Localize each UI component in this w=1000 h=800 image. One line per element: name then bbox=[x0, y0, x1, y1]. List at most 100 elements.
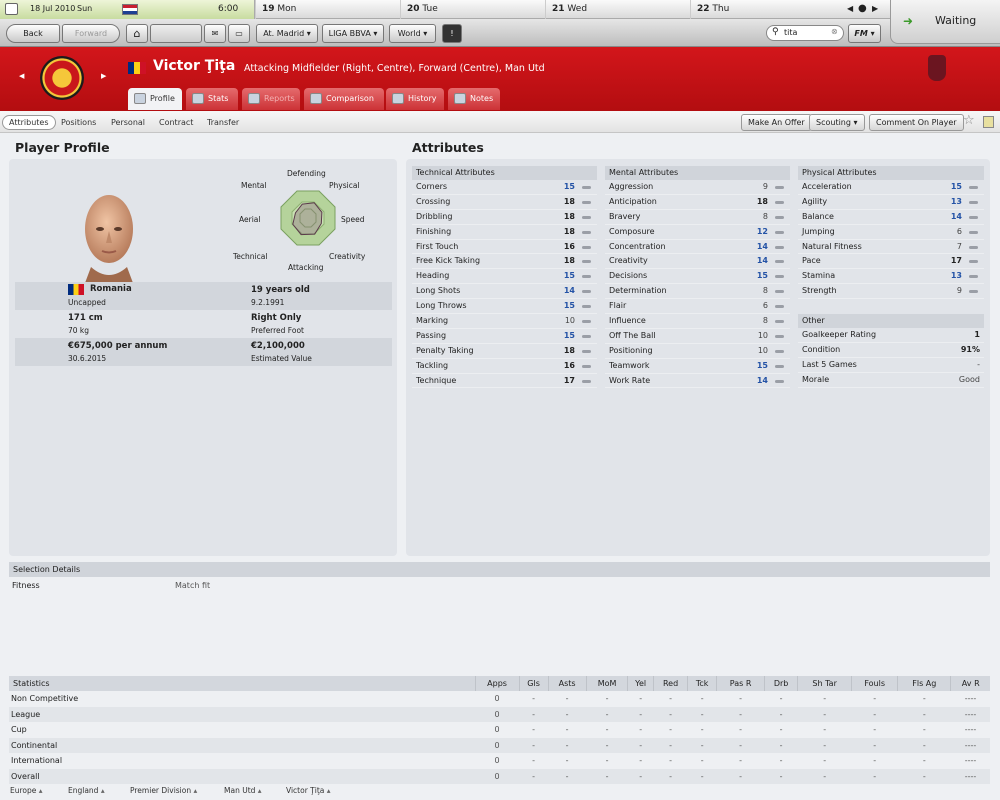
stats-column-header[interactable]: Drb bbox=[764, 676, 798, 691]
stats-column-header[interactable]: Gls bbox=[518, 676, 549, 691]
subtab-attributes[interactable]: Attributes bbox=[2, 115, 56, 130]
nation-name[interactable]: Romania bbox=[90, 284, 132, 294]
stats-column-header[interactable]: MoM bbox=[585, 676, 628, 691]
calendar-day-20[interactable]: 20 Tue bbox=[400, 0, 545, 19]
calendar-day-21[interactable]: 21 Wed bbox=[545, 0, 690, 19]
calendar-current-icon[interactable]: ● bbox=[858, 3, 867, 14]
stats-column-header[interactable]: Fls Ag bbox=[897, 676, 951, 691]
tab-reports[interactable]: Reports bbox=[242, 88, 300, 110]
stats-column-header[interactable]: Pas R bbox=[716, 676, 765, 691]
attribute-row[interactable]: Passing 15 bbox=[412, 329, 597, 344]
attribute-row[interactable]: Long Shots 14 bbox=[412, 284, 597, 300]
attribute-row[interactable]: Marking 10 bbox=[412, 314, 597, 329]
attribute-row[interactable]: Goalkeeper Rating 1 bbox=[798, 328, 984, 343]
prev-club-icon[interactable]: ◀ bbox=[19, 72, 24, 80]
stats-column-header[interactable]: Tck bbox=[687, 676, 717, 691]
attribute-row[interactable]: Creativity 14 bbox=[605, 254, 790, 270]
stats-column-header[interactable]: Sh Tar bbox=[797, 676, 852, 691]
breadcrumb-league[interactable]: Premier Division bbox=[130, 786, 197, 795]
attribute-row[interactable]: Bravery 8 bbox=[605, 210, 790, 225]
fm-menu-button[interactable]: FM bbox=[848, 24, 881, 43]
attribute-row[interactable]: Strength 9 bbox=[798, 284, 984, 300]
back-button[interactable]: Back bbox=[6, 24, 60, 43]
breadcrumb-europe[interactable]: Europe bbox=[10, 786, 43, 795]
calendar-next-icon[interactable]: ▶ bbox=[872, 4, 878, 13]
attribute-row[interactable]: Free Kick Taking 18 bbox=[412, 254, 597, 270]
attribute-row[interactable]: Finishing 18 bbox=[412, 225, 597, 240]
forward-button[interactable]: Forward bbox=[62, 24, 120, 43]
attribute-row[interactable]: Long Throws 15 bbox=[412, 299, 597, 315]
attribute-row[interactable]: Determination 8 bbox=[605, 284, 790, 300]
club-shortcut-button[interactable] bbox=[150, 24, 202, 43]
attribute-row[interactable]: Influence 8 bbox=[605, 314, 790, 329]
attribute-row[interactable]: Dribbling 18 bbox=[412, 210, 597, 225]
next-club-icon[interactable]: ▶ bbox=[101, 72, 106, 80]
tab-notes[interactable]: Notes bbox=[448, 88, 500, 110]
attribute-row[interactable]: Balance 14 bbox=[798, 210, 984, 225]
attribute-row[interactable]: Crossing 18 bbox=[412, 195, 597, 210]
world-dropdown[interactable]: World bbox=[389, 24, 436, 43]
attribute-row[interactable]: Work Rate 14 bbox=[605, 374, 790, 389]
attribute-row[interactable]: Flair 6 bbox=[605, 299, 790, 315]
scouting-dropdown[interactable]: Scouting bbox=[809, 114, 865, 131]
clear-search-icon[interactable]: ⊗ bbox=[831, 27, 838, 36]
attribute-row[interactable]: Morale Good bbox=[798, 373, 984, 388]
attribute-row[interactable]: Condition 91% bbox=[798, 343, 984, 358]
attribute-row[interactable]: Decisions 15 bbox=[605, 269, 790, 285]
attribute-row[interactable]: Off The Ball 10 bbox=[605, 329, 790, 344]
calendar-day-22[interactable]: 22 Thu bbox=[690, 0, 835, 19]
breadcrumb-player[interactable]: Victor Ţiţa bbox=[286, 786, 331, 795]
league-dropdown[interactable]: LIGA BBVA bbox=[322, 24, 384, 43]
breadcrumb-club[interactable]: Man Utd bbox=[224, 786, 262, 795]
attribute-row[interactable]: Aggression 9 bbox=[605, 180, 790, 195]
attribute-row[interactable]: Last 5 Games - bbox=[798, 358, 984, 373]
calendar-day-19[interactable]: 19 Mon bbox=[255, 0, 400, 19]
home-button[interactable]: ⌂ bbox=[126, 24, 148, 43]
attribute-row[interactable]: Positioning 10 bbox=[605, 344, 790, 359]
subtab-positions[interactable]: Positions bbox=[54, 115, 103, 130]
calendar-icon[interactable] bbox=[5, 3, 18, 15]
attribute-row[interactable]: Teamwork 15 bbox=[605, 359, 790, 374]
continue-status[interactable]: ➜ Waiting bbox=[890, 0, 1000, 44]
search-input[interactable]: tita bbox=[784, 28, 797, 37]
attribute-row[interactable]: Agility 13 bbox=[798, 195, 984, 210]
calendar-today[interactable]: 18 Jul 2010 Sun 6:00 bbox=[0, 0, 255, 19]
calendar-prev-icon[interactable]: ◀ bbox=[847, 4, 853, 13]
attribute-row[interactable]: Acceleration 15 bbox=[798, 180, 984, 195]
attribute-row[interactable]: Natural Fitness 7 bbox=[798, 240, 984, 255]
attribute-row[interactable]: Pace 17 bbox=[798, 254, 984, 270]
screen-button[interactable]: ▭ bbox=[228, 24, 250, 43]
attribute-row[interactable]: Concentration 14 bbox=[605, 240, 790, 255]
attribute-row[interactable]: Corners 15 bbox=[412, 180, 597, 195]
stats-column-header[interactable]: Asts bbox=[547, 676, 587, 691]
subtab-personal[interactable]: Personal bbox=[104, 115, 152, 130]
search-box[interactable]: ⚲ tita ⊗ bbox=[766, 25, 844, 41]
attribute-row[interactable]: Penalty Taking 18 bbox=[412, 344, 597, 359]
tab-history[interactable]: History bbox=[386, 88, 444, 110]
attribute-row[interactable]: Heading 15 bbox=[412, 269, 597, 285]
attribute-row[interactable]: Technique 17 bbox=[412, 374, 597, 389]
attribute-row[interactable]: Jumping 6 bbox=[798, 225, 984, 240]
club-dropdown[interactable]: At. Madrid bbox=[256, 24, 318, 43]
info-button[interactable]: ! bbox=[442, 24, 462, 43]
attribute-row[interactable]: Stamina 13 bbox=[798, 269, 984, 285]
stats-column-header[interactable]: Red bbox=[652, 676, 688, 691]
subtab-contract[interactable]: Contract bbox=[152, 115, 200, 130]
comment-button[interactable]: Comment On Player bbox=[869, 114, 964, 131]
shortlist-icon[interactable] bbox=[983, 116, 994, 128]
tab-profile[interactable]: Profile bbox=[128, 88, 182, 110]
tab-comparison[interactable]: Comparison bbox=[304, 88, 384, 110]
attribute-row[interactable]: Composure 12 bbox=[605, 225, 790, 240]
subtab-transfer[interactable]: Transfer bbox=[200, 115, 246, 130]
attribute-row[interactable]: Tackling 16 bbox=[412, 359, 597, 374]
mail-button[interactable]: ✉ bbox=[204, 24, 226, 43]
stats-column-header[interactable]: Yel bbox=[627, 676, 654, 691]
tab-stats[interactable]: Stats bbox=[186, 88, 238, 110]
attribute-row[interactable]: Anticipation 18 bbox=[605, 195, 790, 210]
stats-column-header[interactable]: Av R bbox=[950, 676, 990, 691]
breadcrumb-england[interactable]: England bbox=[68, 786, 105, 795]
stats-column-header[interactable]: Apps bbox=[474, 676, 520, 691]
statistics-title[interactable]: Statistics bbox=[9, 676, 475, 691]
attribute-row[interactable]: First Touch 16 bbox=[412, 240, 597, 255]
star-icon[interactable]: ☆ bbox=[963, 113, 975, 128]
